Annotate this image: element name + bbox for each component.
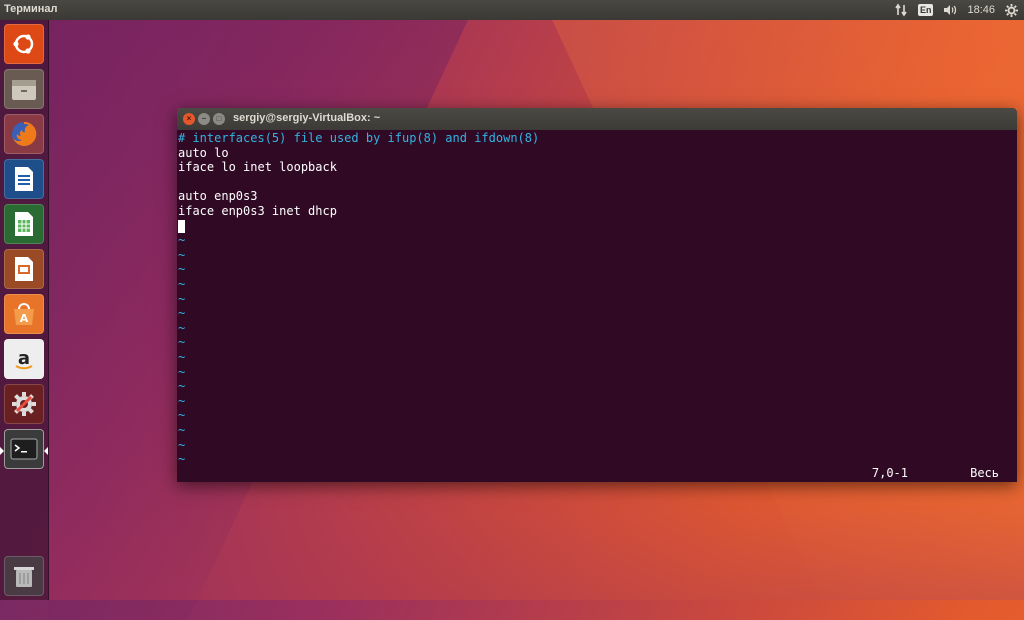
editor-line: auto lo xyxy=(178,145,229,160)
view-status: Весь xyxy=(970,466,999,480)
ubuntu-dash-icon[interactable] xyxy=(4,24,44,64)
trash-icon[interactable] xyxy=(4,556,44,596)
empty-line-marker: ~ xyxy=(178,350,186,364)
empty-line-marker: ~ xyxy=(178,379,186,394)
top-panel: Терминал En 18:46 xyxy=(0,0,1024,20)
keyboard-layout-indicator[interactable]: En xyxy=(917,4,934,16)
editor-line: iface enp0s3 inet dhcp xyxy=(178,204,337,218)
empty-line-marker: ~ xyxy=(178,320,186,335)
text-cursor xyxy=(178,219,185,233)
maximize-icon[interactable]: □ xyxy=(213,113,225,125)
system-settings-icon[interactable] xyxy=(4,384,44,424)
editor-line: # interfaces(5) file used by ifup(8) and… xyxy=(178,131,540,145)
terminal-icon[interactable] xyxy=(4,429,44,469)
gear-icon[interactable] xyxy=(1005,3,1018,17)
close-icon[interactable]: × xyxy=(183,113,195,125)
empty-line-marker: ~ xyxy=(178,437,186,452)
libreoffice-impress-icon[interactable] xyxy=(4,249,44,289)
terminal-content[interactable]: # interfaces(5) file used by ifup(8) and… xyxy=(177,130,1017,482)
empty-line-marker: ~ xyxy=(178,277,186,291)
window-title: sergiy@sergiy-VirtualBox: ~ xyxy=(233,112,381,124)
editor-line: auto enp0s3 xyxy=(178,189,258,204)
system-tray: En 18:46 xyxy=(894,0,1018,20)
lang-badge: En xyxy=(917,4,934,16)
software-center-icon[interactable]: A xyxy=(4,294,44,334)
terminal-window: × − □ sergiy@sergiy-VirtualBox: ~ # inte… xyxy=(177,108,1017,482)
window-titlebar[interactable]: × − □ sergiy@sergiy-VirtualBox: ~ xyxy=(177,108,1017,130)
libreoffice-calc-icon[interactable] xyxy=(4,204,44,244)
empty-line-marker: ~ xyxy=(178,247,186,262)
volume-icon[interactable] xyxy=(943,3,957,17)
libreoffice-writer-icon[interactable] xyxy=(4,159,44,199)
focus-indicator xyxy=(44,447,48,455)
empty-line-marker: ~ xyxy=(178,291,186,306)
amazon-icon[interactable]: a xyxy=(4,339,44,379)
empty-line-marker: ~ xyxy=(178,408,186,423)
empty-line-marker: ~ xyxy=(178,423,186,437)
empty-line-marker: ~ xyxy=(178,335,186,350)
network-icon[interactable] xyxy=(894,3,908,17)
empty-line-marker: ~ xyxy=(178,393,186,408)
empty-line-marker: ~ xyxy=(178,452,186,467)
svg-text:a: a xyxy=(18,348,30,369)
active-app-title: Терминал xyxy=(4,3,58,15)
empty-line-marker: ~ xyxy=(178,262,186,277)
cursor-line xyxy=(178,219,185,234)
empty-line-marker: ~ xyxy=(178,233,186,248)
clock[interactable]: 18:46 xyxy=(967,4,995,16)
firefox-icon[interactable] xyxy=(4,114,44,154)
empty-line-marker: ~ xyxy=(178,364,186,379)
minimize-icon[interactable]: − xyxy=(198,113,210,125)
svg-text:A: A xyxy=(20,312,29,325)
files-icon[interactable] xyxy=(4,69,44,109)
launcher: A a xyxy=(0,20,49,600)
wallpaper-shape xyxy=(48,470,1024,600)
cursor-position-status: 7,0-1 xyxy=(871,466,908,480)
editor-line: iface lo inet loopback xyxy=(178,160,337,175)
empty-line-marker: ~ xyxy=(178,306,186,321)
